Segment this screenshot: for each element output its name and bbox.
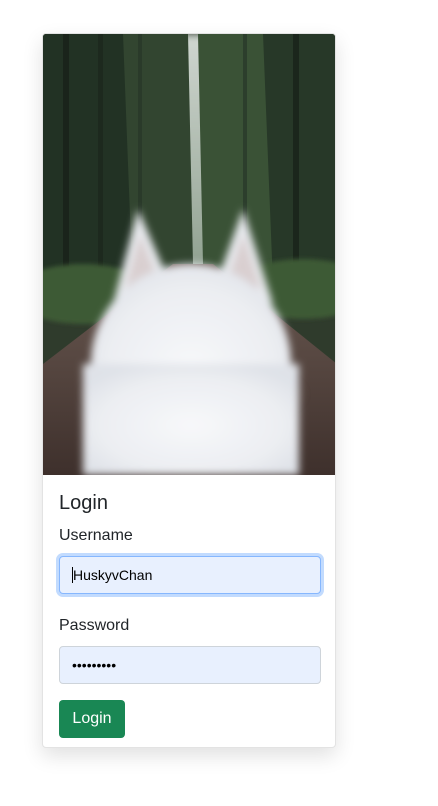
login-form: Login Username HuskyvChan Password •••••…: [59, 490, 321, 738]
login-button[interactable]: Login: [59, 700, 125, 738]
username-input[interactable]: HuskyvChan: [59, 556, 321, 594]
password-value: •••••••••: [72, 657, 117, 673]
login-card: Login Username HuskyvChan Password •••••…: [42, 33, 336, 748]
husky-forest-photo: [43, 34, 335, 475]
username-label: Username: [59, 527, 133, 544]
password-label: Password: [59, 617, 130, 634]
login-title: Login: [59, 492, 108, 514]
username-value: HuskyvChan: [73, 567, 153, 583]
password-input[interactable]: •••••••••: [59, 646, 321, 684]
